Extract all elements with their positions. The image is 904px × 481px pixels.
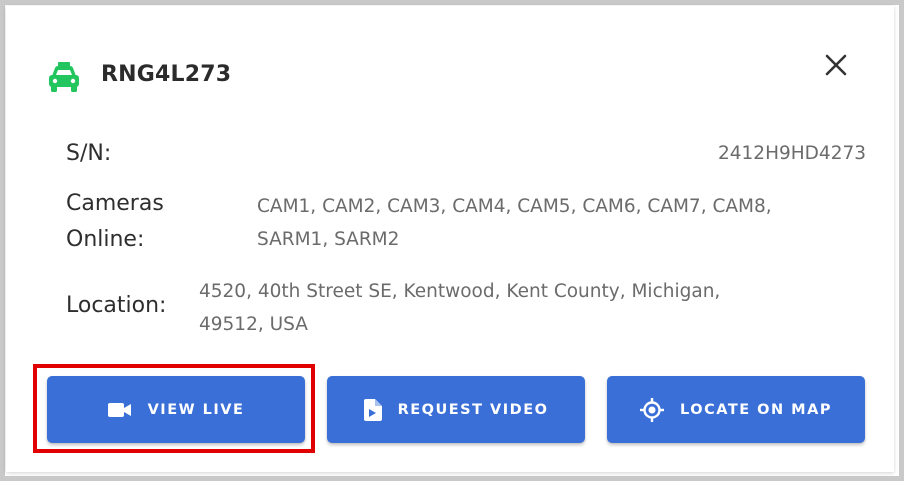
location-label: Location: [66,293,167,318]
locate-on-map-button[interactable]: LOCATE ON MAP [607,376,865,443]
view-live-highlight-box [33,364,315,453]
sn-value: 2412H9HD4273 [718,143,866,164]
cameras-label-line2: Online: [66,227,145,252]
cameras-label-line1: Cameras [66,191,164,216]
location-value-line2: 49512, USA [199,314,308,335]
sn-label: S/N: [66,141,112,166]
location-value-line1: 4520, 40th Street SE, Kentwood, Kent Cou… [199,281,721,302]
cameras-value-line1: CAM1, CAM2, CAM3, CAM4, CAM5, CAM6, CAM7… [257,196,772,217]
locate-on-map-label: LOCATE ON MAP [680,401,832,418]
video-file-icon [363,398,382,421]
cameras-value-line2: SARM1, SARM2 [257,229,400,250]
device-name: RNG4L273 [101,62,232,87]
crosshair-icon [640,397,665,422]
close-icon[interactable] [821,50,851,80]
request-video-label: REQUEST VIDEO [397,401,549,418]
car-icon [49,62,79,92]
request-video-button[interactable]: REQUEST VIDEO [327,376,585,443]
